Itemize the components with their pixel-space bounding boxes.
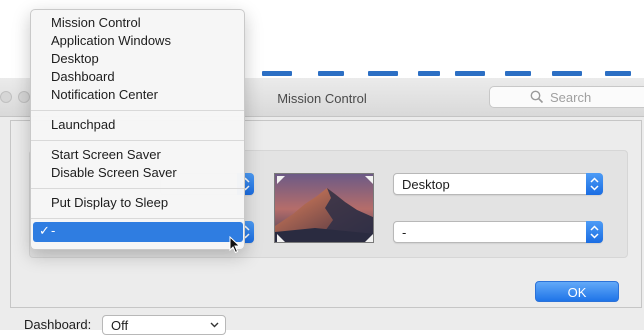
menu-separator bbox=[31, 218, 244, 219]
top-right-corner-value: Desktop bbox=[402, 177, 450, 192]
dashboard-popup[interactable]: Off bbox=[102, 315, 226, 335]
background-dash bbox=[455, 71, 485, 76]
menu-item-start-screen-saver[interactable]: Start Screen Saver bbox=[51, 146, 161, 164]
bottom-right-corner-popup[interactable]: - bbox=[393, 221, 603, 243]
menu-item-application-windows[interactable]: Application Windows bbox=[51, 32, 171, 50]
menu-separator bbox=[31, 188, 244, 189]
chevron-down-icon bbox=[210, 322, 219, 328]
menu-separator bbox=[31, 110, 244, 111]
menu-item-desktop[interactable]: Desktop bbox=[51, 50, 99, 68]
search-placeholder: Search bbox=[550, 90, 592, 105]
menu-item-dashboard[interactable]: Dashboard bbox=[51, 68, 115, 86]
menu-item-none-selected[interactable]: ✓ - bbox=[33, 222, 243, 242]
dashboard-value: Off bbox=[111, 318, 129, 333]
menu-item-mission-control[interactable]: Mission Control bbox=[51, 14, 141, 32]
background-dash bbox=[605, 71, 631, 76]
cursor-icon bbox=[229, 236, 241, 254]
menu-separator bbox=[31, 140, 244, 141]
ok-button[interactable]: OK bbox=[535, 281, 619, 302]
menu-item-put-display-to-sleep[interactable]: Put Display to Sleep bbox=[51, 194, 168, 212]
menu-item-notification-center[interactable]: Notification Center bbox=[51, 86, 158, 104]
menu-item-disable-screen-saver[interactable]: Disable Screen Saver bbox=[51, 164, 177, 182]
background-dash bbox=[552, 71, 582, 76]
background-dash bbox=[318, 71, 344, 76]
top-right-corner-popup[interactable]: Desktop bbox=[393, 173, 603, 195]
desktop-preview-image bbox=[274, 173, 374, 243]
chevron-updown-icon bbox=[586, 173, 603, 195]
search-input[interactable]: Search bbox=[489, 86, 644, 108]
background-dash bbox=[262, 71, 292, 76]
background-dash bbox=[505, 71, 531, 76]
background-dash bbox=[368, 71, 398, 76]
menu-item-none-label: - bbox=[51, 223, 56, 238]
search-icon bbox=[530, 90, 544, 104]
background-dash bbox=[418, 71, 440, 76]
hot-corner-menu: Mission Control Application Windows Desk… bbox=[30, 9, 245, 250]
chevron-updown-icon bbox=[586, 221, 603, 243]
checkmark-icon: ✓ bbox=[39, 223, 50, 238]
menu-item-launchpad[interactable]: Launchpad bbox=[51, 116, 115, 134]
bottom-right-corner-value: - bbox=[402, 225, 407, 240]
